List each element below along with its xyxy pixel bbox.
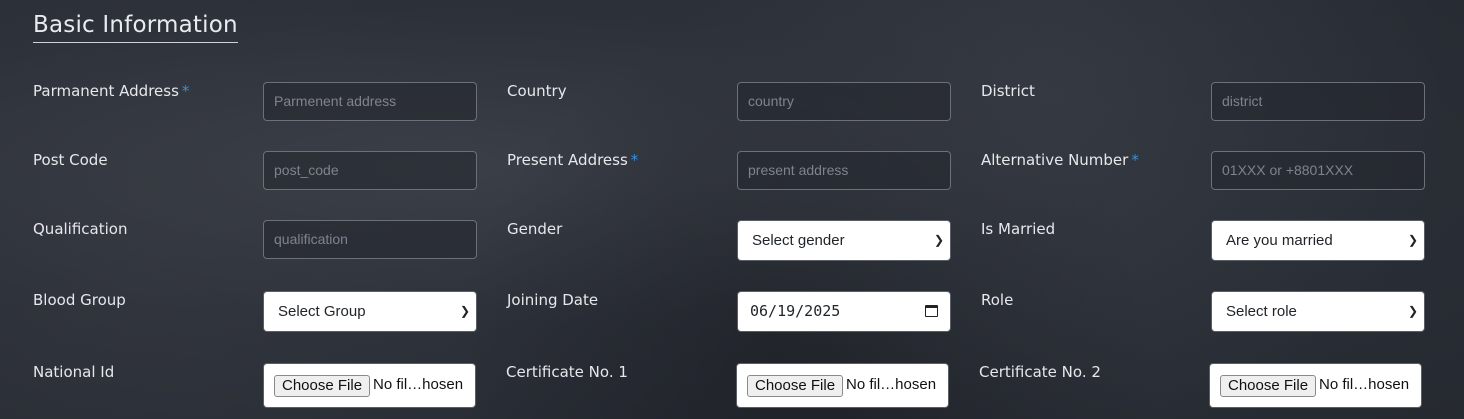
- country-label: Country: [507, 82, 567, 100]
- present-address-label-text: Present Address: [507, 151, 628, 169]
- certificate-2-label: Certificate No. 2: [979, 363, 1101, 381]
- district-placeholder: district: [1222, 93, 1263, 109]
- is-married-select[interactable]: Are you married ❯: [1211, 220, 1425, 261]
- qualification-placeholder: qualification: [274, 231, 348, 247]
- required-marker: *: [630, 151, 639, 169]
- is-married-selected: Are you married: [1226, 232, 1333, 249]
- role-select[interactable]: Select role ❯: [1211, 291, 1425, 332]
- role-label: Role: [981, 291, 1014, 309]
- blood-group-label: Blood Group: [33, 291, 126, 309]
- present-address-label: Present Address *: [507, 151, 638, 169]
- alternative-number-input[interactable]: 01XXX or +8801XXX: [1211, 151, 1425, 190]
- district-input[interactable]: district: [1211, 82, 1425, 121]
- qualification-label: Qualification: [33, 220, 128, 238]
- joining-date-label: Joining Date: [507, 291, 599, 309]
- present-address-placeholder: present address: [748, 162, 849, 178]
- chevron-down-icon: ❯: [459, 304, 470, 318]
- national-id-file-input[interactable]: Choose File No fil…hosen: [263, 363, 476, 408]
- gender-select[interactable]: Select gender ❯: [737, 220, 951, 261]
- role-selected: Select role: [1226, 303, 1297, 320]
- file-status: No fil…hosen: [846, 376, 937, 393]
- alternative-number-placeholder: 01XXX or +8801XXX: [1222, 162, 1354, 178]
- certificate-1-label: Certificate No. 1: [506, 363, 628, 381]
- joining-date-input[interactable]: 06/19/2025: [737, 291, 951, 332]
- section-title: Basic Information: [33, 12, 238, 43]
- blood-group-selected: Select Group: [278, 303, 366, 320]
- background: [0, 0, 1464, 419]
- alternative-number-label-text: Alternative Number: [981, 151, 1129, 169]
- required-marker: *: [1131, 151, 1139, 169]
- qualification-input[interactable]: qualification: [263, 220, 477, 259]
- joining-date-value: 06/19/2025: [750, 302, 841, 320]
- post-code-input[interactable]: post_code: [263, 151, 477, 190]
- permanent-address-placeholder: Parmenent address: [274, 93, 397, 109]
- country-input[interactable]: country: [737, 82, 951, 121]
- file-status: No fil…hosen: [1319, 376, 1410, 393]
- choose-file-button[interactable]: Choose File: [747, 375, 844, 397]
- file-status: No fil…hosen: [373, 376, 464, 393]
- certificate-2-file-input[interactable]: Choose File No fil…hosen: [1209, 363, 1422, 408]
- gender-label: Gender: [507, 220, 563, 238]
- blood-group-select[interactable]: Select Group ❯: [263, 291, 477, 332]
- permanent-address-label: Parmanent Address *: [33, 82, 189, 100]
- is-married-label: Is Married: [981, 220, 1056, 238]
- chevron-down-icon: ❯: [933, 233, 944, 247]
- post-code-placeholder: post_code: [274, 162, 339, 178]
- permanent-address-input[interactable]: Parmenent address: [263, 82, 477, 121]
- present-address-input[interactable]: present address: [737, 151, 951, 190]
- choose-file-button[interactable]: Choose File: [1220, 375, 1317, 397]
- calendar-icon[interactable]: [925, 305, 938, 317]
- required-marker: *: [181, 82, 190, 100]
- chevron-down-icon: ❯: [1407, 233, 1418, 247]
- gender-selected: Select gender: [752, 232, 845, 249]
- permanent-address-label-text: Parmanent Address: [33, 82, 179, 100]
- national-id-label: National Id: [33, 363, 115, 381]
- post-code-label: Post Code: [33, 151, 108, 169]
- choose-file-button[interactable]: Choose File: [274, 375, 371, 397]
- country-placeholder: country: [748, 93, 794, 109]
- chevron-down-icon: ❯: [1407, 304, 1418, 318]
- alternative-number-label: Alternative Number *: [981, 151, 1139, 169]
- district-label: District: [981, 82, 1035, 100]
- certificate-1-file-input[interactable]: Choose File No fil…hosen: [736, 363, 949, 408]
